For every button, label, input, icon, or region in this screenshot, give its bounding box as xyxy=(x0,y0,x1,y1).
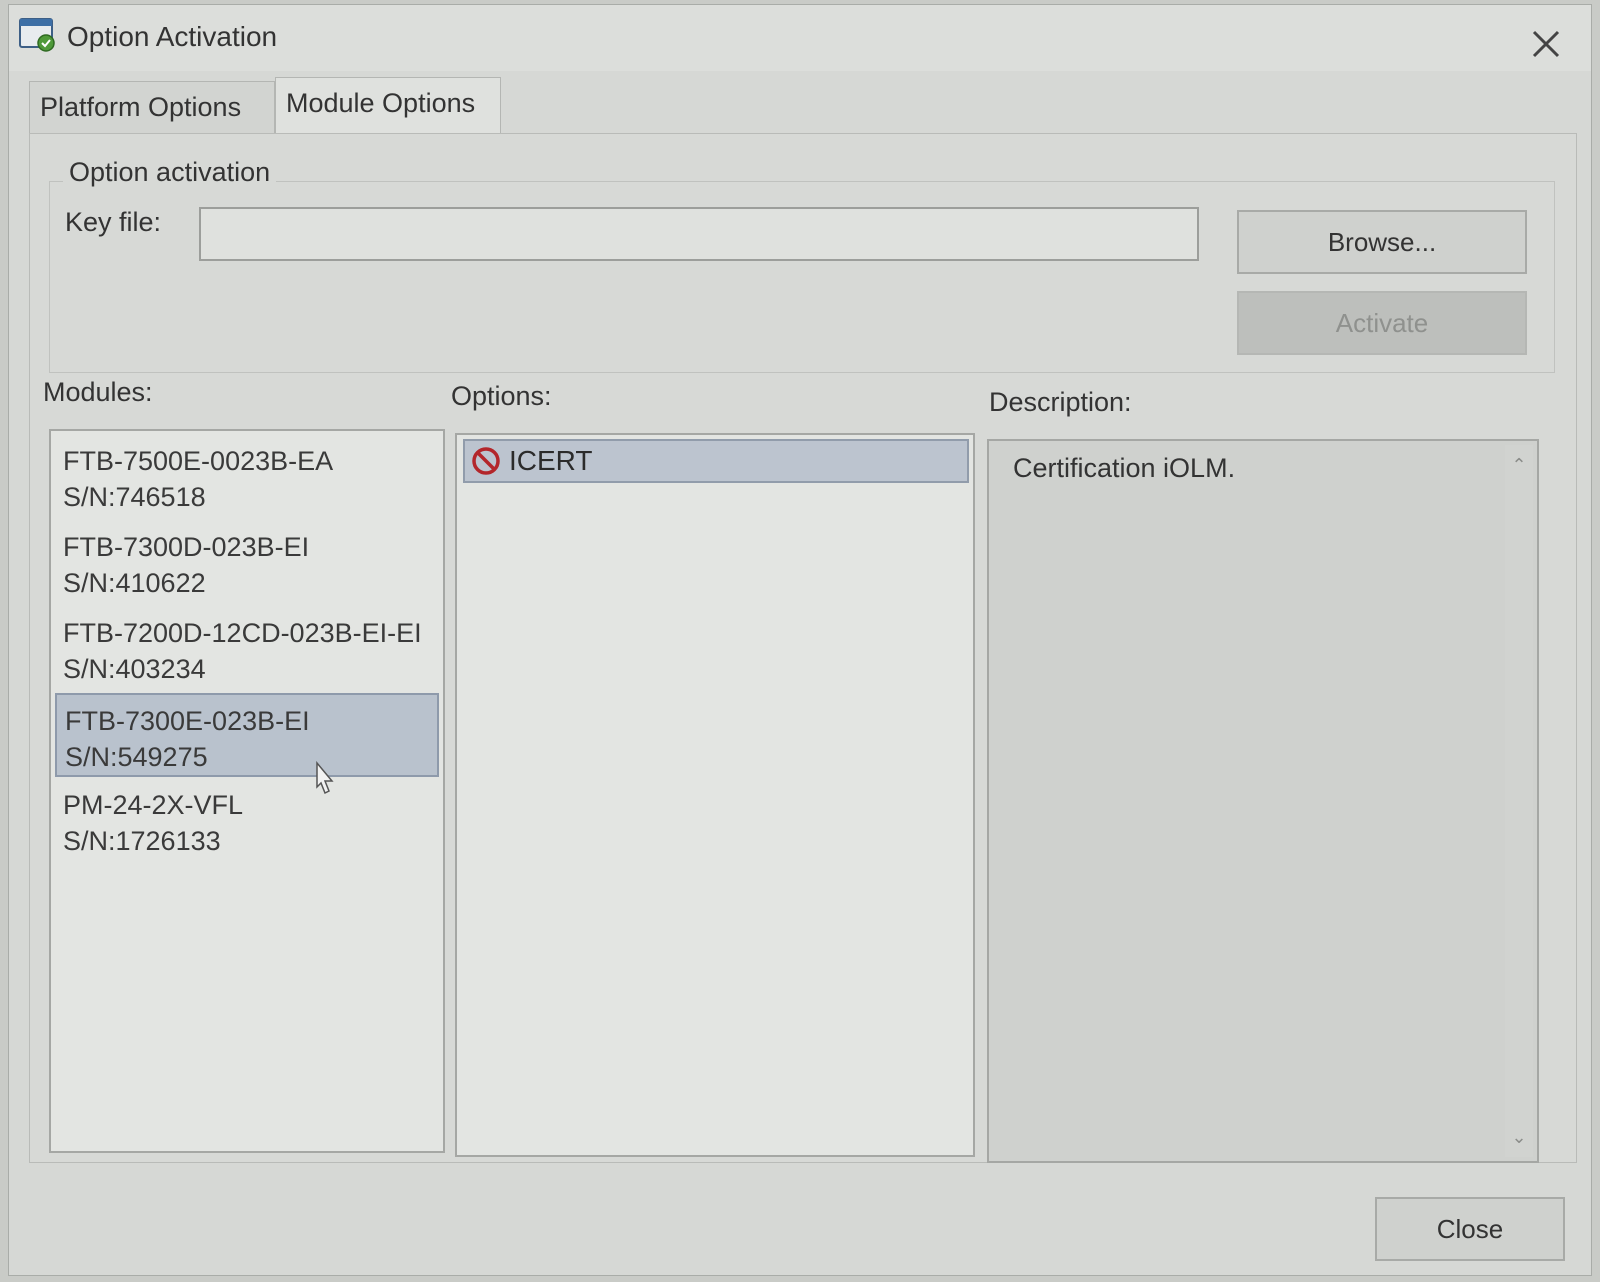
list-item[interactable]: FTB-7500E-0023B-EA S/N:746518 xyxy=(55,435,439,519)
module-name: FTB-7300E-023B-EI xyxy=(65,706,310,736)
list-item[interactable]: PM-24-2X-VFL S/N:1726133 xyxy=(55,779,439,863)
list-item[interactable]: FTB-7300D-023B-EI S/N:410622 xyxy=(55,521,439,605)
description-scrollbar[interactable]: ⌃ ⌄ xyxy=(1505,445,1533,1157)
app-icon xyxy=(19,18,55,52)
list-item[interactable]: ICERT xyxy=(463,439,969,483)
list-item[interactable]: FTB-7200D-12CD-023B-EI-EI S/N:403234 xyxy=(55,607,439,691)
tab-platform-options[interactable]: Platform Options xyxy=(29,81,275,133)
module-serial: S/N:549275 xyxy=(65,742,208,772)
module-name: FTB-7500E-0023B-EA xyxy=(63,446,334,476)
description-label: Description: xyxy=(989,387,1132,417)
module-name: FTB-7200D-12CD-023B-EI-EI xyxy=(63,618,422,648)
no-entry-icon xyxy=(472,447,500,475)
options-label: Options: xyxy=(451,381,552,411)
option-label: ICERT xyxy=(509,445,593,476)
module-serial: S/N:746518 xyxy=(63,482,206,512)
option-activation-group-title: Option activation xyxy=(63,157,277,188)
description-text: Certification iOLM. xyxy=(1013,453,1236,483)
browse-button[interactable]: Browse... xyxy=(1237,210,1527,274)
modules-label: Modules: xyxy=(43,377,153,407)
modules-list[interactable]: FTB-7500E-0023B-EA S/N:746518 FTB-7300D-… xyxy=(49,429,445,1153)
title-bar: Option Activation xyxy=(9,5,1591,71)
description-box: Certification iOLM. ⌃ ⌄ xyxy=(987,439,1539,1163)
key-file-input[interactable] xyxy=(199,207,1199,261)
scroll-down-icon[interactable]: ⌄ xyxy=(1509,1128,1529,1146)
close-button[interactable]: Close xyxy=(1375,1197,1565,1261)
options-list[interactable]: ICERT xyxy=(455,433,975,1157)
option-activation-window: Option Activation Platform Options Modul… xyxy=(8,4,1592,1276)
mouse-cursor-icon xyxy=(316,761,334,795)
window-title: Option Activation xyxy=(67,21,278,52)
tab-module-options[interactable]: Module Options xyxy=(275,77,501,133)
module-serial: S/N:1726133 xyxy=(63,826,221,856)
close-icon[interactable] xyxy=(1529,27,1563,61)
module-name: FTB-7300D-023B-EI xyxy=(63,532,310,562)
module-name: PM-24-2X-VFL xyxy=(63,790,244,820)
module-serial: S/N:403234 xyxy=(63,654,206,684)
activate-button[interactable]: Activate xyxy=(1237,291,1527,355)
module-serial: S/N:410622 xyxy=(63,568,206,598)
scroll-up-icon[interactable]: ⌃ xyxy=(1509,456,1529,474)
key-file-label: Key file: xyxy=(65,207,162,237)
list-item-selected[interactable]: FTB-7300E-023B-EI S/N:549275 xyxy=(55,693,439,777)
